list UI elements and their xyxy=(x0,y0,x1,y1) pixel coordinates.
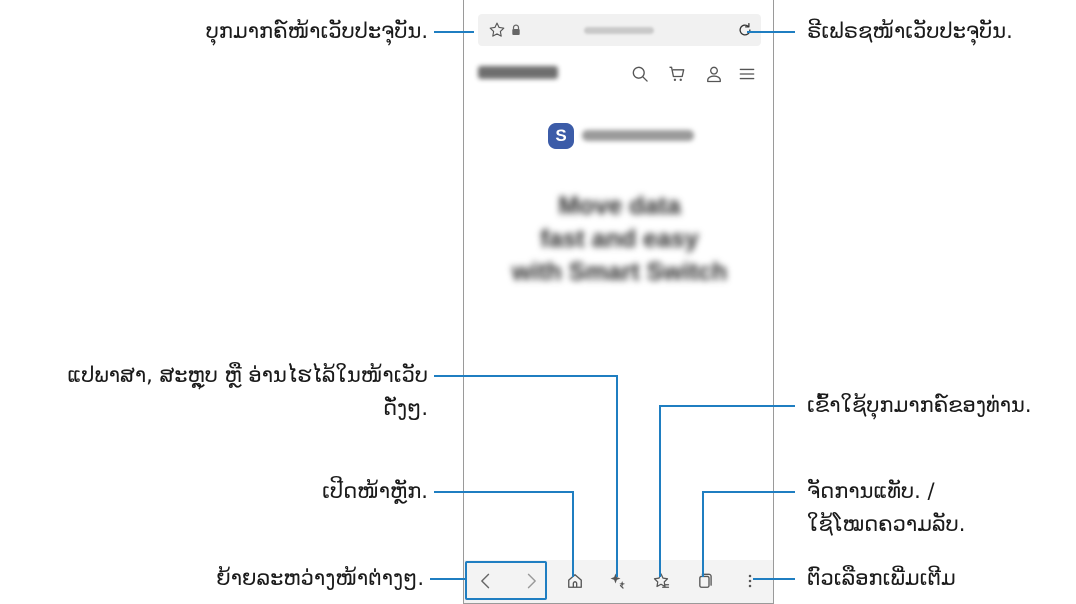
callout-open-bookmarks: ເຂົ້າໃຊ້ບຸກມາກຄ໌ຂອງທ່ານ. xyxy=(807,393,1032,417)
hero-headline: Move data fast and easy with Smart Switc… xyxy=(478,190,761,289)
more-icon[interactable] xyxy=(740,571,760,591)
callout-move-between-pages: ຍ້າຍລະຫວ່າງໜ້າຕ່າງໆ. xyxy=(216,566,424,590)
hero-line: fast and easy xyxy=(540,225,699,253)
callout-line-home-vertical xyxy=(572,491,574,577)
callout-refresh-page: ຣີເຟຣຊໜ້າເວັບປະຈຸບັນ. xyxy=(807,19,1013,43)
hero-line: with Smart Switch xyxy=(511,258,728,286)
callout-manage-tabs-line2: ໃຊ້ໂໝດຄວາມລັບ. xyxy=(807,512,966,536)
hero-brand-name xyxy=(582,130,694,141)
account-icon[interactable] xyxy=(704,64,724,84)
smart-switch-logo-icon: S xyxy=(548,123,574,149)
menu-icon[interactable] xyxy=(737,64,757,84)
callout-more-options: ຕົວເລືອກເພີ່ມເຕີມ xyxy=(807,566,956,590)
back-forward-highlight xyxy=(465,561,547,600)
callout-line-bookmarks-vertical xyxy=(659,405,661,577)
cart-icon[interactable] xyxy=(667,64,687,84)
url-bar[interactable] xyxy=(478,14,761,46)
site-logo[interactable] xyxy=(478,66,558,79)
callout-open-home: ເປີດໜ້າຫຼັກ. xyxy=(322,479,428,503)
callout-line-translate-vertical xyxy=(616,375,618,577)
search-icon[interactable] xyxy=(630,64,650,84)
callout-translate-line2: ດັ່ງໆ. xyxy=(382,396,428,420)
callout-line-navigation xyxy=(430,578,466,580)
callout-bookmark-page: ບຸກມາກຄ໌ໜ້າເວັບປະຈຸບັນ. xyxy=(205,19,428,43)
url-text[interactable] xyxy=(584,27,654,34)
hero-line: Move data xyxy=(558,192,681,220)
callout-line-translate xyxy=(434,375,617,377)
callout-line-bookmark xyxy=(434,31,474,33)
callout-line-tabs xyxy=(703,491,795,493)
callout-line-bookmarks xyxy=(660,405,795,407)
phone-browser-screen: S Move data fast and easy with Smart Swi… xyxy=(463,0,774,604)
callout-translate-line1: ແປພາສາ, ສະຫຼຸບ ຫຼື ອ່ານໄຮໄລ້ໃນໜ້າເວັບ xyxy=(67,363,428,387)
callout-line-home xyxy=(434,491,574,493)
refresh-icon[interactable] xyxy=(736,21,754,39)
home-icon[interactable] xyxy=(565,571,585,591)
ai-sparkle-icon[interactable] xyxy=(608,571,628,591)
bookmarks-icon[interactable] xyxy=(651,571,671,591)
callout-line-tabs-vertical xyxy=(702,491,704,577)
callout-manage-tabs-line1: ຈັດການແທັບ. / xyxy=(807,479,935,503)
callout-line-refresh xyxy=(747,31,795,33)
callout-line-more xyxy=(753,578,795,580)
star-outline-icon[interactable] xyxy=(488,21,506,39)
badge-letter: S xyxy=(555,126,567,145)
lock-icon xyxy=(512,24,520,35)
tabs-icon[interactable] xyxy=(694,571,714,591)
